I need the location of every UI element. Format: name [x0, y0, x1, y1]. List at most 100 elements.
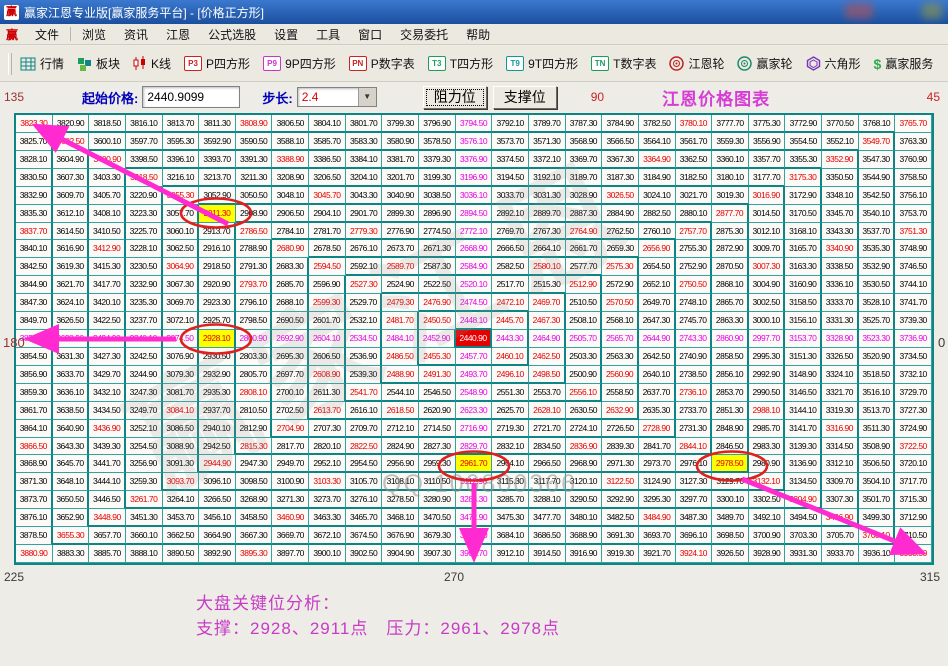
gann-cell: 3408.10 — [89, 205, 126, 223]
gann-cell: 3285.70 — [492, 491, 529, 509]
gann-cell: 2932.90 — [199, 366, 236, 384]
gann-cell: 3720.10 — [895, 455, 932, 473]
gann-cell: 3804.10 — [309, 115, 346, 133]
toolbar-button-quote-table[interactable]: 行情 — [20, 55, 64, 72]
support-button[interactable]: 支撑位 — [493, 86, 557, 109]
gann-cell: 3660.10 — [126, 527, 163, 545]
gann-cell: 2733.70 — [676, 402, 713, 420]
toolbar-button-kline-candles[interactable]: K线 — [133, 55, 171, 72]
gann-cell: 3921.70 — [639, 545, 676, 563]
gann-cell: 3199.30 — [419, 169, 456, 187]
gann-cell: 2565.70 — [602, 330, 639, 348]
gann-cell: 2767.30 — [529, 223, 566, 241]
menu-item-8[interactable]: 窗口 — [349, 24, 391, 45]
gann-cell: 3415.30 — [89, 258, 126, 276]
gann-key-cell-2961.70: 2961.70 — [456, 455, 493, 473]
gann-cell: 2656.90 — [639, 240, 676, 258]
chevron-down-icon[interactable]: ▼ — [358, 88, 376, 106]
toolbar-button-dollar-service[interactable]: $赢家服务 — [874, 55, 934, 72]
menu-item-6[interactable]: 设置 — [265, 24, 307, 45]
menu-item-9[interactable]: 交易委托 — [391, 24, 457, 45]
toolbar-button-p-number-table[interactable]: PNP数字表 — [349, 55, 415, 72]
gann-cell: 2623.30 — [456, 402, 493, 420]
gann-cell: 3482.50 — [602, 509, 639, 527]
gann-cell: 2956.90 — [382, 455, 419, 473]
step-combobox[interactable]: 2.4 ▼ — [297, 87, 377, 107]
menu-item-1[interactable]: 文件 — [26, 24, 68, 45]
toolbar-button-sector-blocks[interactable]: 板块 — [77, 55, 120, 72]
kline-candles-icon — [133, 56, 147, 71]
gann-cell: 2995.30 — [749, 348, 786, 366]
gann-cell: 2527.30 — [346, 276, 383, 294]
gann-cell: 3674.50 — [346, 527, 383, 545]
gann-cell: 2570.50 — [602, 294, 639, 312]
gann-cell: 3405.70 — [89, 187, 126, 205]
gann-key-cell-2978.50: 2978.50 — [712, 455, 749, 473]
gann-cell: 3151.30 — [785, 348, 822, 366]
gann-cell: 3532.90 — [859, 258, 896, 276]
toolbar-label: K线 — [151, 55, 171, 72]
gann-cell: 3729.70 — [895, 384, 932, 402]
gann-wheel-icon — [669, 56, 684, 71]
resistance-button[interactable]: 阻力位 — [423, 86, 487, 109]
menu-item-5[interactable]: 公式选股 — [199, 24, 265, 45]
gann-cell: 3576.10 — [456, 133, 493, 151]
gann-cell: 3492.10 — [749, 509, 786, 527]
gann-cell: 3885.70 — [89, 545, 126, 563]
menu-item-10[interactable]: 帮助 — [457, 24, 499, 45]
gann-cell: 2678.50 — [309, 240, 346, 258]
gann-cell: 2625.70 — [492, 402, 529, 420]
gann-cell: 2592.10 — [346, 258, 383, 276]
gann-cell: 2832.10 — [492, 438, 529, 456]
toolbar-button-t-square[interactable]: T3T四方形 — [428, 55, 493, 72]
gann-cell: 3609.70 — [53, 187, 90, 205]
toolbar-button-winner-wheel[interactable]: 赢家轮 — [737, 55, 792, 72]
gann-cell: 3912.10 — [492, 545, 529, 563]
gann-cell: 2572.90 — [602, 276, 639, 294]
gann-cell: 3501.70 — [859, 491, 896, 509]
gann-cell: 3832.90 — [16, 187, 53, 205]
gann-cell: 2796.10 — [236, 294, 273, 312]
toolbar-button-t-number-table[interactable]: TNT数字表 — [591, 55, 656, 72]
gann-cell: 3652.90 — [53, 509, 90, 527]
gann-cell: 3739.30 — [895, 312, 932, 330]
gann-cell: 2544.10 — [382, 384, 419, 402]
gann-cell: 3048.10 — [272, 187, 309, 205]
start-price-input[interactable] — [142, 86, 240, 108]
gann-cell: 3902.50 — [346, 545, 383, 563]
gann-cell: 2952.10 — [309, 455, 346, 473]
gann-cell: 3182.50 — [676, 169, 713, 187]
gann-cell: 3326.50 — [822, 348, 859, 366]
gann-cell: 2563.30 — [602, 348, 639, 366]
toolbar-button-hexagon[interactable]: 六角形 — [806, 55, 861, 72]
toolbar-button-9p-square[interactable]: P99P四方形 — [263, 55, 336, 72]
gann-cell: 2529.70 — [346, 294, 383, 312]
menu-item-4[interactable]: 江恩 — [157, 24, 199, 45]
toolbar-button-gann-wheel[interactable]: 江恩轮 — [669, 55, 724, 72]
caption-line1: 大盘关键位分析： — [196, 591, 560, 616]
gann-cell: 2844.10 — [676, 438, 713, 456]
gann-price-square-grid: 3823.303820.903818.503816.103813.703811.… — [14, 113, 934, 565]
menu-item-2[interactable]: 浏览 — [73, 24, 115, 45]
menu-logo-icon: 赢 — [6, 26, 18, 43]
gann-cell: 3362.50 — [676, 151, 713, 169]
menu-item-3[interactable]: 资讯 — [115, 24, 157, 45]
gann-cell: 3367.30 — [602, 151, 639, 169]
gann-cell: 3014.50 — [749, 205, 786, 223]
gann-cell: 3268.90 — [236, 491, 273, 509]
gann-cell: 3530.50 — [859, 276, 896, 294]
gann-cell: 3600.10 — [89, 133, 126, 151]
gann-cell: 3112.90 — [456, 473, 493, 491]
step-label: 步长: — [262, 88, 292, 107]
gann-cell: 2896.90 — [419, 205, 456, 223]
toolbar-button-p-square[interactable]: P3P四方形 — [184, 55, 250, 72]
toolbar-button-9t-square[interactable]: T99T四方形 — [506, 55, 578, 72]
gann-cell: 3379.30 — [419, 151, 456, 169]
gann-cell: 3136.90 — [785, 455, 822, 473]
gann-cell: 3775.30 — [749, 115, 786, 133]
gann-cell: 3264.10 — [163, 491, 200, 509]
gann-cell: 2764.90 — [566, 223, 603, 241]
menu-item-7[interactable]: 工具 — [307, 24, 349, 45]
gann-cell: 2536.90 — [346, 348, 383, 366]
gann-cell: 3681.70 — [456, 527, 493, 545]
